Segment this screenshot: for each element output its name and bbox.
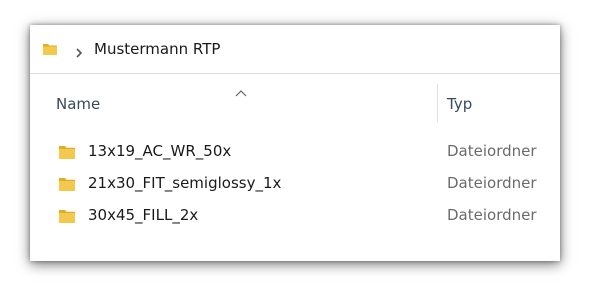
- file-name: 13x19_AC_WR_50x: [88, 142, 232, 160]
- list-item[interactable]: 13x19_AC_WR_50x Dateiordner: [30, 136, 560, 166]
- folder-icon: [42, 41, 58, 57]
- column-type-header[interactable]: Typ: [447, 95, 472, 113]
- address-bar[interactable]: Mustermann RTP: [30, 25, 560, 74]
- file-type: Dateiordner: [447, 206, 537, 224]
- folder-icon: [58, 144, 76, 160]
- folder-icon: [58, 208, 76, 224]
- column-name-header[interactable]: Name: [56, 95, 100, 113]
- file-type: Dateiordner: [447, 142, 537, 160]
- list-item[interactable]: 30x45_FILL_2x Dateiordner: [30, 200, 560, 230]
- file-type: Dateiordner: [447, 174, 537, 192]
- file-name: 30x45_FILL_2x: [88, 206, 199, 224]
- sort-ascending-icon: [235, 82, 247, 97]
- breadcrumb-path[interactable]: Mustermann RTP: [94, 40, 220, 58]
- explorer-window: Mustermann RTP Name Typ 13x19_AC_WR_50x …: [30, 25, 560, 261]
- chevron-right-icon[interactable]: [74, 44, 84, 58]
- list-item[interactable]: 21x30_FIT_semiglossy_1x Dateiordner: [30, 168, 560, 198]
- folder-icon: [58, 176, 76, 192]
- file-name: 21x30_FIT_semiglossy_1x: [88, 174, 282, 192]
- column-header: Name Typ: [30, 74, 560, 122]
- column-divider[interactable]: [437, 84, 438, 122]
